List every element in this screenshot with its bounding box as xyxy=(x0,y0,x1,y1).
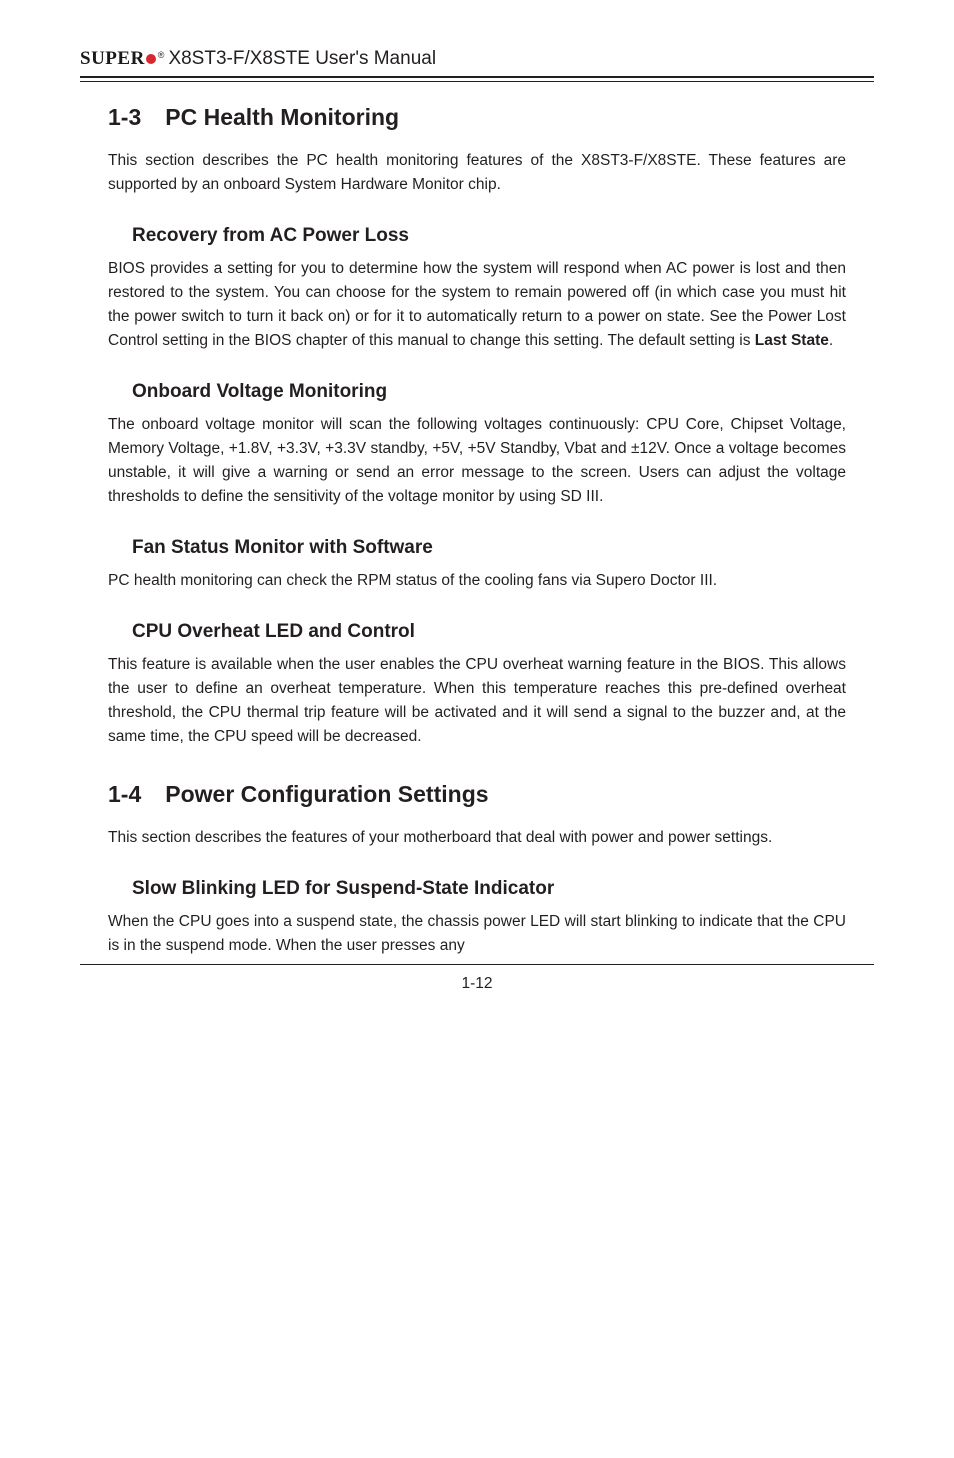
recovery-body: BIOS provides a setting for you to deter… xyxy=(108,257,846,353)
section-title: Power Configuration Settings xyxy=(165,781,488,808)
footer-rule: 1-12 xyxy=(80,964,874,993)
slow-blink-body: When the CPU goes into a suspend state, … xyxy=(108,910,846,958)
voltage-heading: Onboard Voltage Monitoring xyxy=(132,381,846,403)
page-content: 1-3 PC Health Monitoring This section de… xyxy=(80,104,874,958)
fan-heading: Fan Status Monitor with Software xyxy=(132,537,846,559)
recovery-body-bold: Last State xyxy=(755,332,829,349)
section-title: PC Health Monitoring xyxy=(165,104,399,131)
cpu-body: This feature is available when the user … xyxy=(108,653,846,749)
slow-blink-heading: Slow Blinking LED for Suspend-State Indi… xyxy=(132,878,846,900)
recovery-body-after: . xyxy=(829,332,833,349)
brand-registered-mark: ® xyxy=(158,50,165,60)
fan-body: PC health monitoring can check the RPM s… xyxy=(108,569,846,593)
brand-name-left: SUPER xyxy=(80,48,145,70)
recovery-heading: Recovery from AC Power Loss xyxy=(132,225,846,247)
cpu-heading: CPU Overheat LED and Control xyxy=(132,621,846,643)
brand-dot-icon xyxy=(146,54,156,64)
section-number: 1-4 xyxy=(108,781,141,808)
section-1-3-intro: This section describes the PC health mon… xyxy=(108,149,846,197)
section-1-4-intro: This section describes the features of y… xyxy=(108,826,846,850)
manual-title: X8ST3-F/X8STE User's Manual xyxy=(168,48,436,70)
voltage-body: The onboard voltage monitor will scan th… xyxy=(108,413,846,509)
page-number: 1-12 xyxy=(80,975,874,993)
section-1-3-heading: 1-3 PC Health Monitoring xyxy=(108,104,846,131)
section-number: 1-3 xyxy=(108,104,141,131)
recovery-body-before: BIOS provides a setting for you to deter… xyxy=(108,260,846,349)
page-header: SUPER ® X8ST3-F/X8STE User's Manual xyxy=(80,48,874,76)
header-rule xyxy=(80,76,874,82)
section-1-4-heading: 1-4 Power Configuration Settings xyxy=(108,781,846,808)
